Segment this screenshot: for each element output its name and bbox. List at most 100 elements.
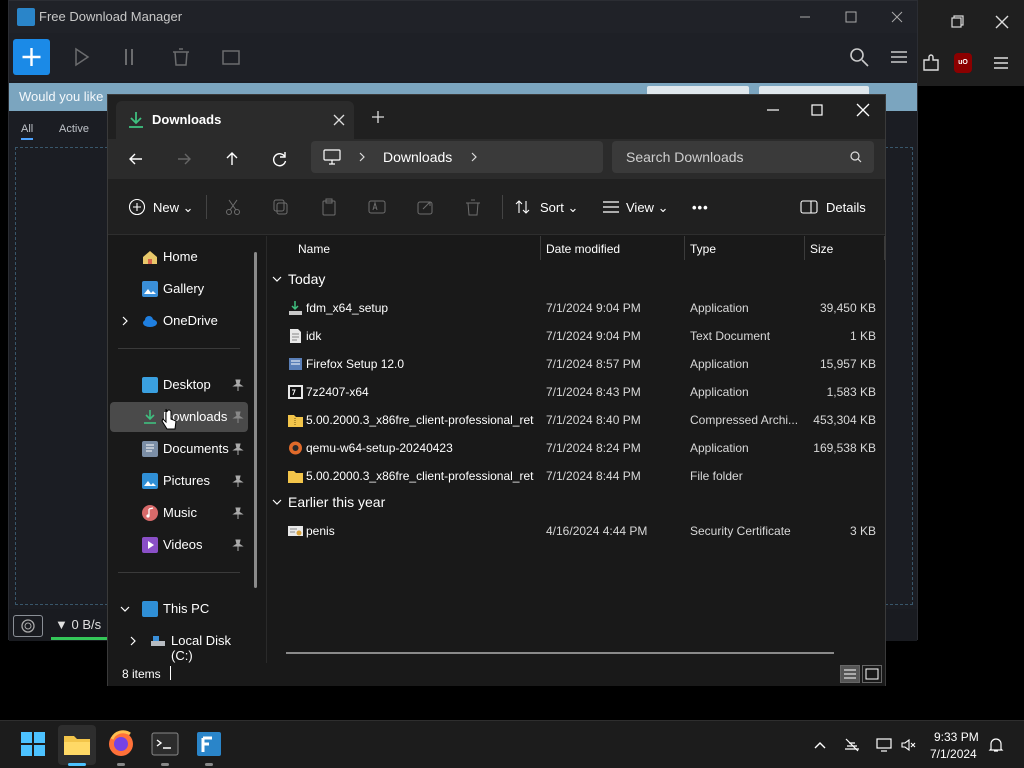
view-button[interactable]: View ⌄ bbox=[626, 200, 668, 216]
paste-icon[interactable] bbox=[320, 198, 338, 216]
network-disconnected-icon[interactable] bbox=[844, 737, 860, 753]
hamburger-menu-icon[interactable] bbox=[990, 52, 1012, 74]
nav-downloads[interactable]: Downloads bbox=[110, 402, 248, 432]
column-divider[interactable] bbox=[884, 236, 885, 260]
view-icon[interactable] bbox=[602, 198, 620, 216]
details-pane-icon[interactable] bbox=[800, 198, 818, 216]
nav-videos[interactable]: Videos bbox=[110, 530, 248, 560]
cut-icon[interactable] bbox=[224, 198, 242, 216]
column-divider[interactable] bbox=[804, 236, 805, 260]
list-item[interactable]: 7z2407-x64 7/1/2024 8:43 PM Application … bbox=[268, 378, 885, 406]
group-earlier[interactable]: Earlier this year bbox=[272, 494, 385, 510]
new-button[interactable]: New ⌄ bbox=[153, 200, 194, 216]
snail-mode-icon[interactable] bbox=[13, 615, 43, 637]
column-divider[interactable] bbox=[540, 236, 541, 260]
clock-date[interactable]: 7/1/2024 bbox=[930, 747, 977, 761]
column-size[interactable]: Size bbox=[810, 242, 833, 256]
column-divider[interactable] bbox=[684, 236, 685, 260]
list-item[interactable]: fdm_x64_setup 7/1/2024 9:04 PM Applicati… bbox=[268, 294, 885, 322]
fdm-taskbar-icon[interactable] bbox=[194, 729, 224, 759]
nav-scrollbar[interactable] bbox=[254, 252, 257, 588]
back-arrow-icon[interactable] bbox=[126, 149, 146, 169]
search-icon[interactable] bbox=[847, 45, 871, 69]
notification-bell-icon[interactable] bbox=[988, 737, 1004, 753]
sort-icon[interactable] bbox=[514, 198, 532, 216]
file-explorer-icon[interactable] bbox=[62, 729, 92, 759]
forward-arrow-icon[interactable] bbox=[174, 149, 194, 169]
chevron-down-icon[interactable] bbox=[120, 603, 130, 615]
sort-button[interactable]: Sort ⌄ bbox=[540, 200, 578, 216]
list-item[interactable]: Firefox Setup 12.0 7/1/2024 8:57 PM Appl… bbox=[268, 350, 885, 378]
ublock-icon[interactable]: uO bbox=[954, 53, 972, 73]
chevron-right-icon[interactable] bbox=[357, 151, 367, 163]
minimize-icon[interactable] bbox=[764, 101, 782, 119]
nav-this-pc[interactable]: This PC bbox=[110, 594, 248, 624]
pin-icon[interactable] bbox=[232, 443, 244, 455]
address-current[interactable]: Downloads bbox=[383, 149, 452, 165]
windows-start-icon[interactable] bbox=[18, 729, 48, 759]
delete-icon[interactable] bbox=[169, 45, 193, 69]
list-item[interactable]: 5.00.2000.3_x86fre_client-professional_r… bbox=[268, 462, 885, 490]
close-icon[interactable] bbox=[990, 10, 1014, 34]
close-tab-icon[interactable] bbox=[332, 113, 346, 127]
up-arrow-icon[interactable] bbox=[222, 149, 242, 169]
clock-time[interactable]: 9:33 PM bbox=[934, 730, 979, 744]
pin-icon[interactable] bbox=[232, 379, 244, 391]
nav-local-disk[interactable]: Local Disk (C:) bbox=[110, 626, 248, 663]
pin-icon[interactable] bbox=[232, 539, 244, 551]
volume-muted-icon[interactable] bbox=[900, 737, 916, 753]
tab-downloads[interactable]: Downloads bbox=[116, 101, 354, 139]
terminal-icon[interactable] bbox=[150, 729, 180, 759]
list-item[interactable]: idk 7/1/2024 9:04 PM Text Document 1 KB bbox=[268, 322, 885, 350]
horizontal-scrollbar[interactable] bbox=[286, 652, 834, 654]
new-tab-icon[interactable] bbox=[370, 109, 386, 125]
nav-pictures[interactable]: Pictures bbox=[110, 466, 248, 496]
details-button[interactable]: Details bbox=[826, 200, 866, 215]
new-plus-icon[interactable] bbox=[128, 198, 146, 216]
more-options-button[interactable]: ••• bbox=[692, 200, 709, 215]
nav-documents[interactable]: Documents bbox=[110, 434, 248, 464]
address-bar[interactable]: Downloads bbox=[311, 141, 603, 173]
tiles-view-icon[interactable] bbox=[862, 665, 882, 683]
close-icon[interactable] bbox=[887, 7, 907, 27]
nav-gallery[interactable]: Gallery bbox=[110, 274, 248, 304]
resume-icon[interactable] bbox=[71, 45, 95, 69]
tab-active[interactable]: Active bbox=[59, 123, 89, 135]
column-date[interactable]: Date modified bbox=[546, 242, 620, 256]
chevron-up-icon[interactable] bbox=[812, 737, 828, 753]
minimize-icon[interactable] bbox=[795, 7, 815, 27]
details-view-icon[interactable] bbox=[840, 665, 860, 683]
maximize-icon[interactable] bbox=[841, 7, 861, 27]
list-item[interactable]: qemu-w64-setup-20240423 7/1/2024 8:24 PM… bbox=[268, 434, 885, 462]
tab-all[interactable]: All bbox=[21, 123, 34, 140]
share-icon[interactable] bbox=[416, 198, 434, 216]
pane-divider[interactable] bbox=[266, 236, 267, 663]
copy-icon[interactable] bbox=[272, 198, 290, 216]
list-item[interactable]: 5.00.2000.3_x86fre_client-professional_r… bbox=[268, 406, 885, 434]
nav-music[interactable]: Music bbox=[110, 498, 248, 528]
refresh-icon[interactable] bbox=[270, 149, 290, 169]
close-icon[interactable] bbox=[854, 101, 872, 119]
list-item[interactable]: penis 4/16/2024 4:44 PM Security Certifi… bbox=[268, 517, 885, 545]
search-input[interactable]: Search Downloads bbox=[612, 141, 874, 173]
chevron-right-icon[interactable] bbox=[469, 151, 479, 163]
pin-icon[interactable] bbox=[232, 507, 244, 519]
chevron-right-icon[interactable] bbox=[128, 635, 138, 647]
restore-icon[interactable] bbox=[946, 10, 970, 34]
display-icon[interactable] bbox=[876, 737, 892, 753]
rename-icon[interactable] bbox=[368, 198, 386, 216]
menu-icon[interactable] bbox=[887, 45, 911, 69]
extensions-icon[interactable] bbox=[920, 52, 942, 74]
add-download-button[interactable] bbox=[13, 39, 50, 75]
firefox-icon[interactable] bbox=[106, 729, 136, 759]
nav-desktop[interactable]: Desktop bbox=[110, 370, 248, 400]
chevron-right-icon[interactable] bbox=[120, 315, 130, 327]
delete-icon[interactable] bbox=[464, 198, 482, 216]
pin-icon[interactable] bbox=[232, 411, 244, 423]
maximize-icon[interactable] bbox=[808, 101, 826, 119]
group-today[interactable]: Today bbox=[272, 271, 325, 287]
nav-home[interactable]: Home bbox=[110, 242, 248, 272]
pause-icon[interactable] bbox=[121, 45, 145, 69]
column-type[interactable]: Type bbox=[690, 242, 716, 256]
move-icon[interactable] bbox=[219, 45, 243, 69]
